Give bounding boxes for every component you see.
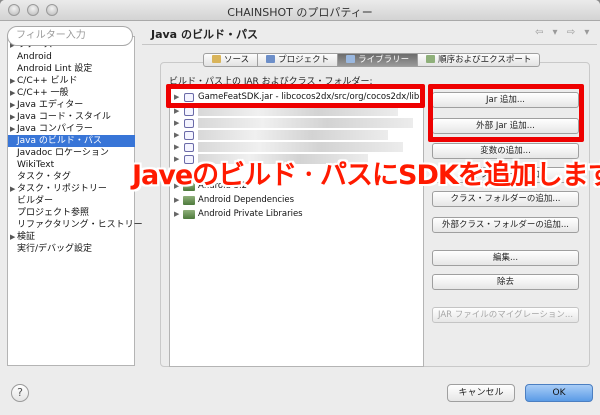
help-button[interactable]: ?	[11, 384, 29, 402]
title-bar: CHAINSHOT のプロパティー	[0, 0, 600, 21]
sidebar-item-java-build-path[interactable]: Java のビルド・パス	[8, 135, 135, 147]
source-folder-icon	[212, 55, 221, 63]
order-icon	[426, 55, 436, 63]
filter-input[interactable]: フィルター入力	[7, 26, 133, 46]
sidebar-item-project-references[interactable]: プロジェクト参照	[8, 207, 135, 219]
library-icon	[346, 55, 356, 63]
window-title: CHAINSHOT のプロパティー	[227, 6, 373, 19]
library-icon	[183, 196, 195, 205]
edit-button[interactable]: 編集...	[432, 250, 579, 266]
history-navigation-arrows-icon[interactable]: ⇦ ▾ ⇨ ▾	[535, 27, 592, 38]
annotation-caption: JaveのビルドㆍパスにSDKを追加します。	[132, 160, 600, 191]
expand-arrow-icon[interactable]: ▶	[174, 208, 179, 220]
property-page-tree[interactable]: ▶リソース Android Android Lint 設定 ▶C/C++ ビルド…	[7, 36, 143, 366]
properties-window: CHAINSHOT のプロパティー ▶リソース Android Android …	[0, 0, 600, 415]
sidebar-item-task-repository[interactable]: ▶ タスク・リポジトリー	[8, 183, 135, 195]
migrate-jar-button[interactable]: JAR ファイルのマイグレーション...	[432, 307, 579, 323]
tab-libraries[interactable]: ライブラリー	[338, 53, 419, 67]
tree-row[interactable]: ▶	[170, 141, 423, 153]
tree-row[interactable]: ▶	[170, 117, 423, 129]
expand-arrow-icon[interactable]: ▶	[174, 129, 179, 141]
expand-arrow-icon[interactable]: ▶	[174, 194, 179, 206]
expand-arrow-icon[interactable]: ▶	[174, 141, 179, 153]
sidebar-item-cpp-build[interactable]: ▶ C/C++ ビルド	[8, 75, 135, 87]
tree-row-android-dependencies[interactable]: ▶ Android Dependencies	[170, 194, 423, 206]
sidebar-item-android[interactable]: Android	[8, 51, 135, 63]
blurred-entry	[198, 118, 413, 128]
expand-arrow-icon[interactable]: ▶	[174, 117, 179, 129]
sidebar-item-java-code-style[interactable]: ▶ Java コード・スタイル	[8, 111, 135, 123]
tree-row[interactable]: ▶	[170, 129, 423, 141]
page-title: Java のビルド・パス	[151, 28, 258, 41]
library-icon	[183, 210, 195, 219]
sidebar-item-java-editor[interactable]: ▶ Java エディター	[8, 99, 135, 111]
build-path-tabs: ソース プロジェクト ライブラリー 順序およびエクスポート	[203, 53, 541, 67]
jar-icon	[184, 143, 194, 152]
blurred-entry	[198, 142, 403, 152]
jar-icon	[184, 131, 194, 140]
tab-source[interactable]: ソース	[203, 53, 259, 67]
jar-icon	[184, 107, 194, 116]
tree-row-android-private-libraries[interactable]: ▶ Android Private Libraries	[170, 208, 423, 220]
sidebar-item-validation[interactable]: ▶ 検証	[8, 231, 135, 243]
jar-icon	[184, 119, 194, 128]
header-divider	[142, 44, 597, 45]
tab-order-and-export[interactable]: 順序およびエクスポート	[418, 53, 541, 67]
cancel-button[interactable]: キャンセル	[447, 384, 515, 402]
blurred-entry	[198, 130, 388, 140]
sidebar-item-java-compiler[interactable]: ▶ Java コンパイラー	[8, 123, 135, 135]
libraries-tree[interactable]: ▶ GameFeatSDK.jar - libcocos2dx/src/org/…	[169, 85, 424, 367]
highlight-jar-entry	[166, 84, 425, 108]
sidebar-item-android-lint[interactable]: Android Lint 設定	[8, 63, 135, 75]
remove-button[interactable]: 除去	[432, 274, 579, 290]
sidebar-item-run-debug-settings[interactable]: 実行/デバッグ設定	[8, 243, 135, 255]
highlight-add-jar-buttons	[428, 84, 584, 142]
add-external-class-folder-button[interactable]: 外部クラス・フォルダーの追加...	[432, 217, 579, 233]
sidebar-item-javadoc-location[interactable]: Javadoc ロケーション	[8, 147, 135, 159]
ok-button[interactable]: OK	[525, 384, 593, 402]
project-icon	[266, 55, 276, 63]
sidebar-item-task-tags[interactable]: タスク・タグ	[8, 171, 135, 183]
sidebar-item-cpp-general[interactable]: ▶ C/C++ 一般	[8, 87, 135, 99]
sidebar-item-builders[interactable]: ビルダー	[8, 195, 135, 207]
add-class-folder-button[interactable]: クラス・フォルダーの追加...	[432, 191, 579, 207]
tab-projects[interactable]: プロジェクト	[258, 53, 339, 67]
sidebar-item-wikitext[interactable]: WikiText	[8, 159, 135, 171]
sidebar-item-refactoring-history[interactable]: リファクタリング・ヒストリー	[8, 219, 143, 231]
